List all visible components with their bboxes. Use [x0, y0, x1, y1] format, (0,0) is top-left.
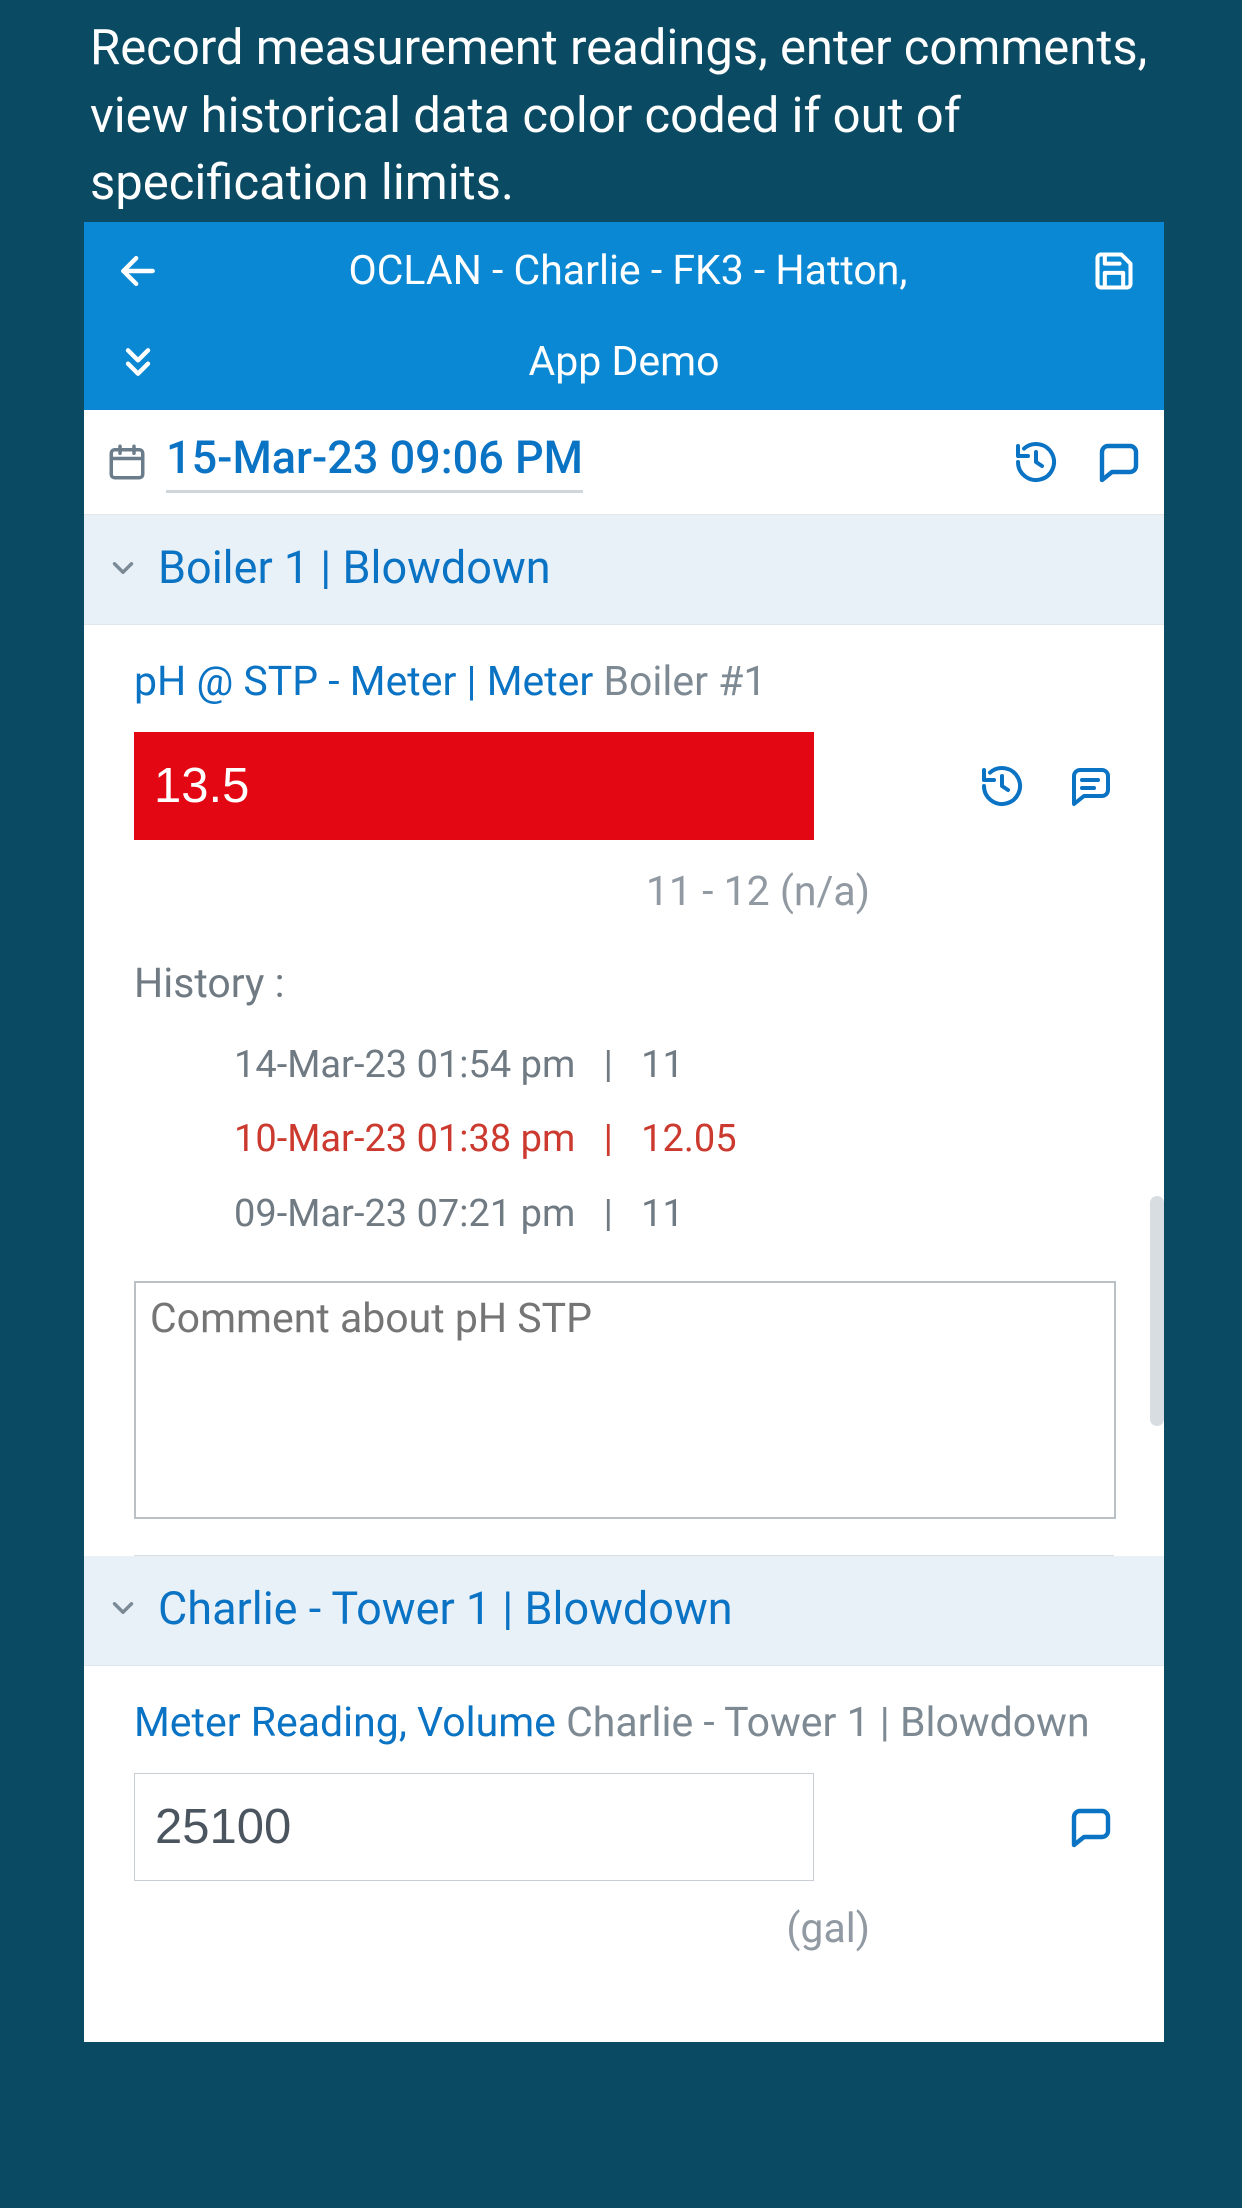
comment-textarea[interactable]	[134, 1281, 1116, 1519]
comments-button[interactable]	[1094, 438, 1142, 486]
history-list: 14-Mar-23 01:54 pm | 11 10-Mar-23 01:38 …	[134, 1028, 1114, 1250]
save-button[interactable]	[1086, 249, 1142, 293]
section-header-tower1[interactable]: Charlie - Tower 1 | Blowdown	[84, 1556, 1164, 1666]
measurement-label-primary: pH @ STP - Meter | Meter	[134, 658, 593, 706]
save-icon	[1092, 249, 1136, 293]
chat-lines-icon	[1066, 762, 1114, 810]
reading-input-volume[interactable]	[134, 1773, 814, 1881]
history-button[interactable]	[1012, 438, 1060, 486]
arrow-left-icon	[116, 249, 160, 293]
measurement-label-primary: Meter Reading, Volume	[134, 1699, 556, 1747]
section-header-boiler1[interactable]: Boiler 1 | Blowdown	[84, 515, 1164, 625]
reading-comment-button[interactable]	[1066, 762, 1114, 810]
section-title: Boiler 1 | Blowdown	[158, 541, 551, 594]
back-button[interactable]	[106, 249, 170, 293]
app-header: OCLAN - Charlie - FK3 - Hatton, App Demo	[84, 222, 1164, 410]
promo-caption: Record measurement readings, enter comme…	[0, 0, 1242, 245]
expand-all-button[interactable]	[106, 342, 170, 382]
calendar-icon	[106, 441, 148, 483]
history-item: 10-Mar-23 01:38 pm | 12.05	[234, 1102, 1114, 1176]
section-title: Charlie - Tower 1 | Blowdown	[158, 1582, 733, 1635]
chat-bubble-icon	[1066, 1803, 1114, 1851]
chevron-down-icon	[106, 551, 140, 585]
measurement-label-secondary: Boiler #1	[593, 658, 766, 706]
date-bar: 15-Mar-23 09:06 PM	[84, 410, 1164, 515]
spec-range: 11 - 12 (n/a)	[134, 868, 1108, 916]
app-frame: OCLAN - Charlie - FK3 - Hatton, App Demo…	[84, 222, 1164, 2042]
chat-bubble-icon	[1094, 438, 1142, 486]
history-item: 09-Mar-23 07:21 pm | 11	[234, 1177, 1114, 1251]
page-title: OCLAN - Charlie - FK3 - Hatton,	[170, 247, 1086, 295]
reading-history-button[interactable]	[978, 762, 1026, 810]
page-subtitle: App Demo	[170, 338, 1142, 386]
measurement-block-volume: Meter Reading, Volume Charlie - Tower 1 …	[84, 1666, 1164, 1953]
history-icon	[978, 762, 1026, 810]
unit-label: (gal)	[134, 1905, 1108, 1953]
scroll-indicator[interactable]	[1150, 1196, 1164, 1426]
chevron-down-icon	[106, 1591, 140, 1625]
measurement-block-ph: pH @ STP - Meter | Meter Boiler #1 11 - …	[84, 625, 1164, 1556]
reading-input-ph[interactable]	[134, 732, 814, 840]
history-clock-icon	[1012, 438, 1060, 486]
measurement-label-secondary: Charlie - Tower 1 | Blowdown	[556, 1699, 1090, 1747]
double-chevron-down-icon	[118, 342, 158, 382]
history-label: History :	[134, 960, 1114, 1008]
measurement-label: pH @ STP - Meter | Meter Boiler #1	[134, 655, 1114, 710]
datetime-field[interactable]: 15-Mar-23 09:06 PM	[166, 431, 583, 493]
history-item: 14-Mar-23 01:54 pm | 11	[234, 1028, 1114, 1102]
reading-comment-button[interactable]	[1066, 1803, 1114, 1851]
measurement-label: Meter Reading, Volume Charlie - Tower 1 …	[134, 1696, 1114, 1751]
